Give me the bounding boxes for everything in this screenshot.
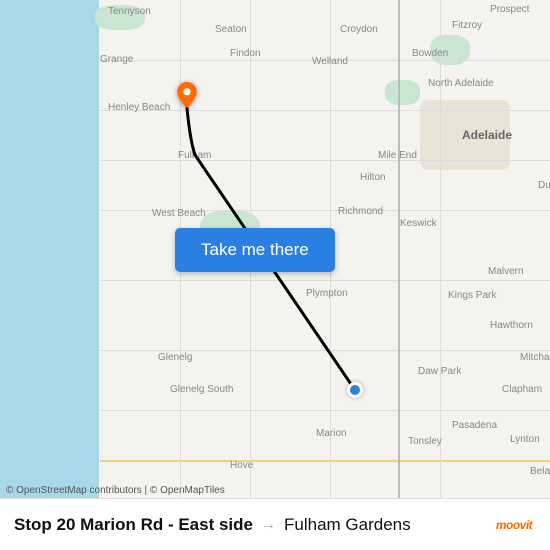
map-place-label: Richmond	[338, 206, 383, 217]
map-place-label: Fulham	[178, 150, 211, 161]
map-place-label: Hawthorn	[490, 320, 533, 331]
origin-marker	[347, 382, 363, 398]
map-place-label: West Beach	[152, 208, 206, 219]
route-destination-text: Fulham Gardens	[284, 515, 411, 535]
map-place-label: Bowden	[412, 48, 448, 59]
map-place-label: Tennyson	[108, 6, 151, 17]
map-place-label: Henley Beach	[108, 102, 170, 113]
map-place-label: Dul	[538, 180, 550, 191]
map-place-label: Kings Park	[448, 290, 496, 301]
route-footer: Stop 20 Marion Rd - East side → Fulham G…	[0, 498, 550, 550]
map-place-label: Lynton	[510, 434, 540, 445]
map-place-label: Daw Park	[418, 366, 461, 377]
map-place-label: Croydon	[340, 24, 378, 35]
route-arrow-icon: →	[261, 516, 276, 533]
moovit-logo[interactable]: moovit	[492, 510, 536, 540]
map-place-label: Adelaide	[462, 128, 512, 142]
map-place-label: Seaton	[215, 24, 247, 35]
map-place-label: Tonsley	[408, 436, 442, 447]
map-place-label: Pasadena	[452, 420, 497, 431]
map-place-label: Welland	[312, 56, 348, 67]
map-place-label: Clapham	[502, 384, 542, 395]
map-place-label: Plympton	[306, 288, 348, 299]
take-me-there-button[interactable]: Take me there	[175, 228, 335, 272]
map-place-label: Hilton	[360, 172, 386, 183]
map-place-label: Marion	[316, 428, 347, 439]
map-place-label: Grange	[100, 54, 133, 65]
map-place-label: Glenelg	[158, 352, 192, 363]
map-place-label: Belai	[530, 466, 550, 477]
map-place-label: Hove	[230, 460, 253, 471]
route-origin-text: Stop 20 Marion Rd - East side	[14, 515, 253, 535]
map-attribution: © OpenStreetMap contributors | © OpenMap…	[6, 485, 225, 496]
map-place-label: Findon	[230, 48, 261, 59]
map-place-label: North Adelaide	[428, 78, 494, 89]
map-place-label: Glenelg South	[170, 384, 233, 395]
map-place-label: Keswick	[400, 218, 437, 229]
destination-marker	[174, 82, 200, 108]
map-place-label: Mile End	[378, 150, 417, 161]
map-place-label: Fitzroy	[452, 20, 482, 31]
map-place-label: Malvern	[488, 266, 524, 277]
map-canvas[interactable]: Tennyson Seaton Grange Findon Croydon Fitzroy…	[0, 0, 550, 498]
map-place-label: Mitchar	[520, 352, 550, 363]
map-place-label: Prospect	[490, 4, 529, 15]
